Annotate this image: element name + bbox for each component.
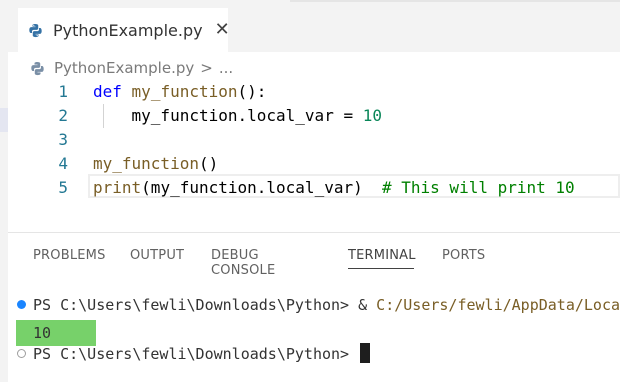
terminal-prompt: PS C:\Users\fewli\Downloads\Python>: [33, 296, 359, 314]
breadcrumb: PythonExample.py > ...: [30, 58, 233, 78]
code-token: my_function: [131, 82, 238, 101]
terminal-line-3: PS C:\Users\fewli\Downloads\Python>: [33, 343, 371, 365]
code-line[interactable]: 2 my_function.local_var = 10: [8, 104, 620, 128]
line-number: 1: [58, 82, 68, 101]
code-line[interactable]: 3: [8, 128, 620, 152]
line-number: 3: [58, 130, 68, 149]
terminal-prompt: PS C:\Users\fewli\Downloads\Python>: [33, 345, 359, 363]
breadcrumb-file[interactable]: PythonExample.py: [54, 59, 194, 77]
code-text: def my_function():: [93, 80, 266, 104]
panel-divider: [8, 232, 620, 233]
code-line[interactable]: 5 print(my_function.local_var) # This wil…: [8, 176, 620, 200]
code-token: (my_function.local_var): [141, 178, 382, 197]
terminal-output: 10: [33, 324, 52, 342]
code-token: (): [198, 154, 219, 173]
code-text: my_function(): [93, 152, 218, 176]
tabbar-border: [290, 0, 620, 2]
line-number: 5: [58, 178, 68, 197]
breadcrumb-separator: >: [200, 59, 213, 77]
tab-terminal[interactable]: TERMINAL: [348, 248, 416, 263]
terminal-command-path: C:/Users/fewli/AppData/Local: [376, 296, 620, 314]
tab-python-example[interactable]: PythonExample.py ✕: [18, 8, 230, 52]
sidebar-selection-mark: [0, 108, 8, 132]
python-file-icon: [28, 23, 43, 38]
tab-label: PythonExample.py: [53, 20, 203, 40]
tab-problems[interactable]: PROBLEMS: [33, 248, 106, 263]
code-line[interactable]: 4 my_function(): [8, 152, 620, 176]
tab-ports[interactable]: PORTS: [442, 248, 485, 263]
code-token: ():: [237, 82, 267, 101]
terminal[interactable]: PS C:\Users\fewli\Downloads\Python> & C:…: [8, 294, 620, 382]
command-pending-icon: [17, 349, 26, 358]
tab-debug-console[interactable]: DEBUG CONSOLE: [211, 248, 275, 278]
active-tab-underline: [348, 268, 414, 269]
code-token: my_function: [93, 154, 199, 173]
activity-bar-strip: [0, 0, 8, 382]
code-token: def: [93, 82, 122, 101]
code-text: print(my_function.local_var) # This will…: [93, 176, 575, 200]
line-number: 4: [58, 154, 68, 173]
line-number: 2: [58, 106, 68, 125]
terminal-command-amp: &: [358, 296, 377, 314]
code-token: print: [93, 178, 142, 197]
code-editor[interactable]: 1 def my_function(): 2 my_function.local_v…: [8, 80, 620, 230]
code-token: my_function.local_var =: [93, 106, 363, 125]
command-success-icon: [17, 300, 26, 309]
terminal-cursor: [360, 343, 371, 363]
code-line[interactable]: 1 def my_function():: [8, 80, 620, 104]
breadcrumb-more[interactable]: ...: [219, 59, 233, 77]
code-token: # This will print 10: [382, 178, 575, 197]
python-file-icon: [30, 61, 45, 76]
editor-tab-bar: PythonExample.py ✕: [8, 0, 620, 52]
code-token: 10: [362, 106, 382, 125]
code-text: my_function.local_var = 10: [93, 104, 382, 128]
close-icon[interactable]: ✕: [215, 21, 230, 39]
tab-output[interactable]: OUTPUT: [130, 248, 184, 263]
terminal-line-1: PS C:\Users\fewli\Downloads\Python> & C:…: [33, 294, 620, 316]
